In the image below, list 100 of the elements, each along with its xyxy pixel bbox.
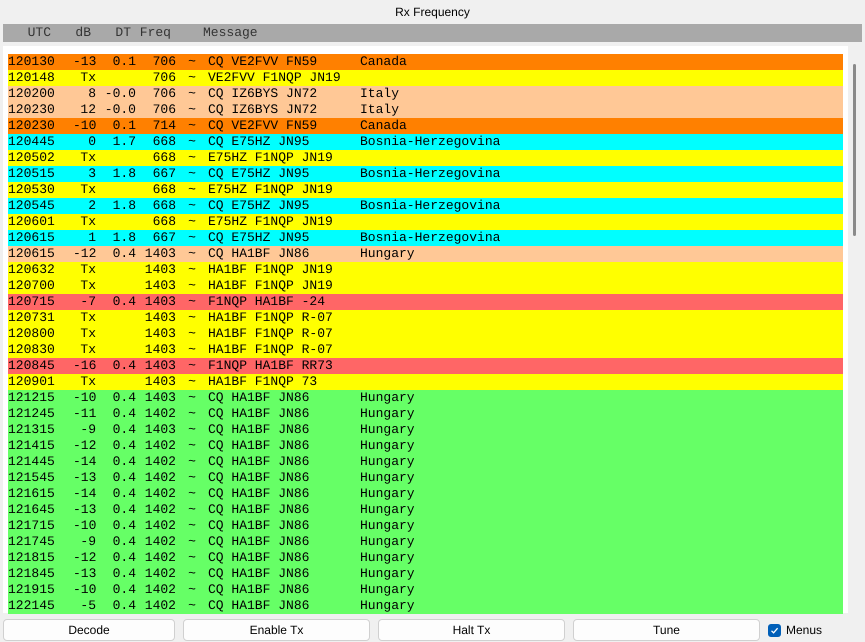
checkbox[interactable] — [768, 624, 781, 636]
table-cell-text: F1NQP HA1BF RR73 — [208, 357, 334, 376]
message-row[interactable]: 120545 2 1.8 668 ~ CQ E75HZ JN95 Bosnia-Herzegovina — [8, 198, 843, 214]
toolbar-button[interactable]: Halt Tx — [378, 619, 565, 641]
table-cell-text: -13 — [73, 565, 96, 584]
message-row[interactable]: 120901 Tx 1403 ~ HA1BF F1NQP 73 — [8, 374, 843, 390]
table-cell-text: Hungary — [360, 421, 415, 440]
column-header[interactable]: Message — [203, 23, 258, 43]
message-row[interactable]: 120148 Tx 706 ~ VE2FVV F1NQP JN19 — [8, 70, 843, 86]
table-cell-text: 668 — [152, 213, 176, 232]
message-row[interactable]: 121245 -11 0.4 1402 ~ CQ HA1BF JN86 Hungary — [8, 406, 843, 422]
message-row[interactable]: 121445 -14 0.4 1402 ~ CQ HA1BF JN86 Hungary — [8, 454, 843, 470]
table-cell-text: -10 — [73, 117, 96, 136]
table-cell-text: ~ — [187, 389, 197, 408]
table-cell-text: ~ — [187, 421, 197, 440]
message-row[interactable]: 120615 1 1.8 667 ~ CQ E75HZ JN95 Bosnia-Herzegovina — [8, 230, 843, 246]
table-cell-text: CQ HA1BF JN86 — [208, 549, 310, 568]
table-cell-text: 0.4 — [112, 565, 136, 584]
table-cell-text: 122145 — [8, 597, 56, 616]
message-row[interactable]: 120615 -12 0.4 1403 ~ CQ HA1BF JN86 Hungary — [8, 246, 843, 262]
table-cell-text: 0.4 — [112, 293, 136, 312]
table-cell-text: 706 — [152, 53, 176, 72]
message-row[interactable]: 121545 -13 0.4 1402 ~ CQ HA1BF JN86 Hungary — [8, 470, 843, 486]
column-header[interactable]: dB — [63, 23, 91, 43]
column-header[interactable]: DT — [91, 23, 131, 43]
table-cell-text: 120845 — [8, 357, 56, 376]
message-row[interactable]: 120800 Tx 1403 ~ HA1BF F1NQP R-07 — [8, 326, 843, 342]
message-row[interactable]: 121645 -13 0.4 1402 ~ CQ HA1BF JN86 Hungary — [8, 502, 843, 518]
table-cell-text: Italy — [360, 101, 400, 120]
message-row[interactable]: 122145 -5 0.4 1402 ~ CQ HA1BF JN86 Hungary — [8, 598, 843, 614]
message-row[interactable]: 121615 -14 0.4 1402 ~ CQ HA1BF JN86 Hungary — [8, 486, 843, 502]
message-row[interactable]: 120502 Tx 668 ~ E75HZ F1NQP JN19 — [8, 150, 843, 166]
message-row[interactable]: 120601 Tx 668 ~ E75HZ F1NQP JN19 — [8, 214, 843, 230]
table-cell-text: Tx — [79, 149, 96, 168]
message-row[interactable]: 120715 -7 0.4 1403 ~ F1NQP HA1BF -24 — [8, 294, 843, 310]
message-row[interactable]: 121915 -10 0.4 1402 ~ CQ HA1BF JN86 Hungary — [8, 582, 843, 598]
table-cell-text: Tx — [79, 277, 96, 296]
message-row[interactable]: 120230 12 -0.0 706 ~ CQ IZ6BYS JN72 Italy — [8, 102, 843, 118]
message-row[interactable]: 120731 Tx 1403 ~ HA1BF F1NQP R-07 — [8, 310, 843, 326]
message-row[interactable]: 121815 -12 0.4 1402 ~ CQ HA1BF JN86 Hungary — [8, 550, 843, 566]
table-cell-text: 0.4 — [112, 389, 136, 408]
table-cell-text: Hungary — [360, 517, 415, 536]
toolbar-button[interactable]: Tune — [573, 619, 760, 641]
table-cell-text: 121615 — [8, 485, 56, 504]
table-cell-text: CQ HA1BF JN86 — [208, 469, 310, 488]
message-row[interactable]: 120200 8 -0.0 706 ~ CQ IZ6BYS JN72 Italy — [8, 86, 843, 102]
table-cell-text: 120200 — [8, 85, 56, 104]
table-cell-text: 0.4 — [112, 469, 136, 488]
table-cell-text: Tx — [79, 261, 96, 280]
message-row[interactable]: 120700 Tx 1403 ~ HA1BF F1NQP JN19 — [8, 278, 843, 294]
message-row[interactable]: 121745 -9 0.4 1402 ~ CQ HA1BF JN86 Hungary — [8, 534, 843, 550]
message-row[interactable]: 121845 -13 0.4 1402 ~ CQ HA1BF JN86 Hungary — [8, 566, 843, 582]
table-cell-text: 1403 — [144, 245, 176, 264]
table-cell-text: 668 — [152, 133, 176, 152]
table-cell-text: -14 — [73, 485, 96, 504]
message-row[interactable]: 121315 -9 0.4 1403 ~ CQ HA1BF JN86 Hungary — [8, 422, 843, 438]
table-cell-text: 1403 — [144, 277, 176, 296]
message-row[interactable]: 121215 -10 0.4 1403 ~ CQ HA1BF JN86 Hungary — [8, 390, 843, 406]
table-cell-text: -13 — [73, 469, 96, 488]
table-cell-text: CQ HA1BF JN86 — [208, 245, 310, 264]
message-row[interactable]: 120130 -13 0.1 706 ~ CQ VE2FVV FN59 Canada — [8, 54, 843, 70]
table-cell-text: 668 — [152, 181, 176, 200]
table-cell-text: Hungary — [360, 549, 415, 568]
table-cell-text: -10 — [73, 517, 96, 536]
scrollbar-thumb[interactable] — [853, 64, 856, 236]
table-cell-text: 120601 — [8, 213, 56, 232]
message-row[interactable]: 120830 Tx 1403 ~ HA1BF F1NQP R-07 — [8, 342, 843, 358]
message-row[interactable]: 120530 Tx 668 ~ E75HZ F1NQP JN19 — [8, 182, 843, 198]
checkmark-icon — [770, 626, 779, 634]
table-cell-text: ~ — [187, 261, 197, 280]
table-cell-text: CQ IZ6BYS JN72 — [208, 85, 318, 104]
table-cell-text: CQ HA1BF JN86 — [208, 485, 310, 504]
message-row[interactable]: 120230 -10 0.1 714 ~ CQ VE2FVV FN59 Canada — [8, 118, 843, 134]
column-header[interactable]: UTC — [3, 23, 63, 43]
table-cell-text: 706 — [152, 69, 176, 88]
table-cell-text: HA1BF F1NQP R-07 — [208, 309, 334, 328]
table-cell-text: Hungary — [360, 501, 415, 520]
table-cell-text: ~ — [187, 437, 197, 456]
table-cell-text: ~ — [187, 469, 197, 488]
table-cell-text: Hungary — [360, 453, 415, 472]
toolbar-button[interactable]: Decode — [3, 619, 175, 641]
column-header[interactable]: Freq — [131, 23, 171, 43]
table-cell-text: ~ — [187, 357, 197, 376]
message-row[interactable]: 120845 -16 0.4 1403 ~ F1NQP HA1BF RR73 — [8, 358, 843, 374]
message-row[interactable]: 120632 Tx 1403 ~ HA1BF F1NQP JN19 — [8, 262, 843, 278]
message-row[interactable]: 120515 3 1.8 667 ~ CQ E75HZ JN95 Bosnia-Herzegovina — [8, 166, 843, 182]
table-cell-text: Hungary — [360, 389, 415, 408]
table-cell-text: 1403 — [144, 389, 176, 408]
table-cell-text: 1403 — [144, 421, 176, 440]
message-row[interactable]: 120445 0 1.7 668 ~ CQ E75HZ JN95 Bosnia-Herzegovina — [8, 134, 843, 150]
table-cell-text: 1.8 — [112, 229, 136, 248]
message-row[interactable]: 121715 -10 0.4 1402 ~ CQ HA1BF JN86 Hungary — [8, 518, 843, 534]
toolbar-button[interactable]: Enable Tx — [183, 619, 370, 641]
message-row[interactable]: 121415 -12 0.4 1402 ~ CQ HA1BF JN86 Hungary — [8, 438, 843, 454]
checkbox-label[interactable]: Menus — [786, 621, 822, 639]
table-cell-text: -12 — [73, 549, 96, 568]
table-cell-text: 1.8 — [112, 165, 136, 184]
table-cell-text: 667 — [152, 229, 176, 248]
table-cell-text: Bosnia-Herzegovina — [360, 229, 500, 248]
table-cell-text: 0 — [87, 133, 96, 152]
